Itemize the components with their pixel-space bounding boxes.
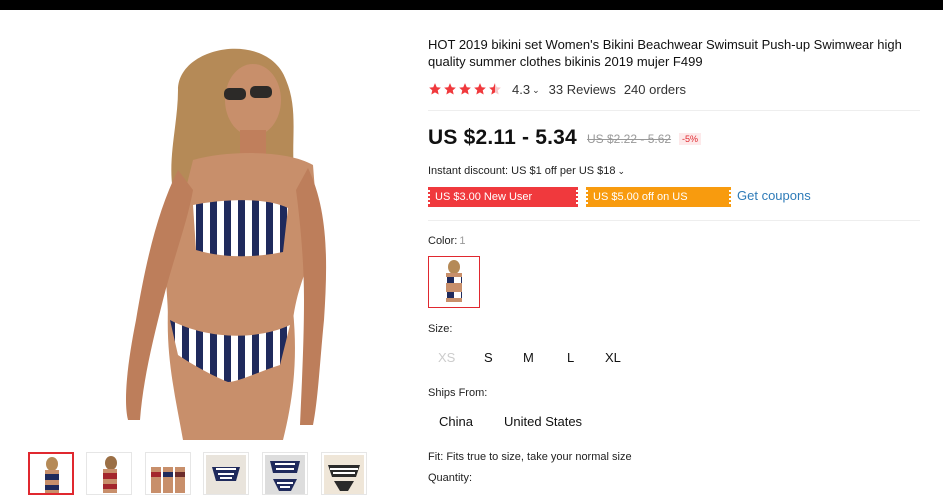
color-label-text: Color: [428, 235, 458, 247]
size-option-m[interactable]: M [523, 350, 534, 365]
size-option-s[interactable]: S [484, 350, 493, 365]
quantity-label: Quantity: [428, 472, 473, 484]
size-option-xl[interactable]: XL [605, 350, 621, 365]
instant-discount[interactable]: Instant discount: US $1 off per US $18 ⌄ [428, 165, 625, 177]
divider [428, 220, 920, 221]
thumbnail-2[interactable] [86, 452, 132, 495]
ships-from-united-states[interactable]: United States [504, 414, 582, 429]
divider [428, 110, 920, 111]
get-coupons-link[interactable]: Get coupons [737, 188, 811, 203]
thumbnail-5[interactable] [262, 452, 308, 495]
rating-value[interactable]: 4.3 [512, 82, 530, 97]
original-price: US $2.22 - 5.62 [587, 132, 672, 146]
rating-row: 4.3 ⌄ 33 Reviews 240 orders [428, 80, 686, 98]
thumbnail-image [265, 455, 305, 494]
store-coupon[interactable]: US $5.00 off on US $90.00 [585, 187, 732, 223]
product-title: HOT 2019 bikini set Women's Bikini Beach… [428, 37, 902, 69]
ships-from-china[interactable]: China [439, 414, 473, 429]
color-label: Color: 1 [428, 235, 465, 247]
product-main-image[interactable] [28, 20, 408, 440]
new-user-coupon[interactable]: US $3.00 New User Coupon [427, 187, 579, 223]
top-bar [0, 0, 943, 10]
color-value: 1 [459, 235, 466, 247]
thumbnail-image [324, 455, 364, 494]
thumbnail-4[interactable] [203, 452, 249, 495]
fit-info: Fit: Fits true to size, take your normal… [428, 451, 632, 463]
product-photo [125, 48, 327, 440]
star-half-icon [489, 83, 501, 95]
star-icon [444, 83, 456, 95]
thumbnail-strip [28, 452, 428, 495]
chevron-down-icon: ⌄ [617, 166, 626, 176]
thumbnail-image [206, 455, 246, 494]
ships-from-label: Ships From: [428, 387, 488, 399]
thumbnail-image [103, 456, 117, 493]
swatch-image [446, 260, 462, 302]
size-option-l[interactable]: L [567, 350, 574, 365]
size-label: Size: [428, 323, 453, 335]
thumbnail-image [151, 467, 185, 493]
thumbnail-1[interactable] [28, 452, 74, 495]
thumbnail-3[interactable] [145, 452, 191, 495]
current-price: US $2.11 - 5.34 [428, 126, 577, 149]
reviews-link[interactable]: 33 Reviews [549, 82, 616, 97]
chevron-down-icon[interactable]: ⌄ [532, 85, 540, 96]
orders-count: 240 orders [623, 81, 686, 97]
discount-badge: -5% [679, 133, 702, 145]
star-icon [459, 83, 471, 95]
thumbnail-image [45, 457, 59, 493]
rating-stars[interactable] [428, 82, 503, 96]
instant-discount-text: Instant discount: US $1 off per US $18 [428, 165, 616, 177]
thumbnail-6[interactable] [321, 452, 367, 495]
color-swatch-1[interactable] [428, 256, 480, 308]
star-icon [429, 83, 441, 95]
size-option-xs: XS [438, 350, 456, 365]
star-icon [474, 83, 486, 95]
